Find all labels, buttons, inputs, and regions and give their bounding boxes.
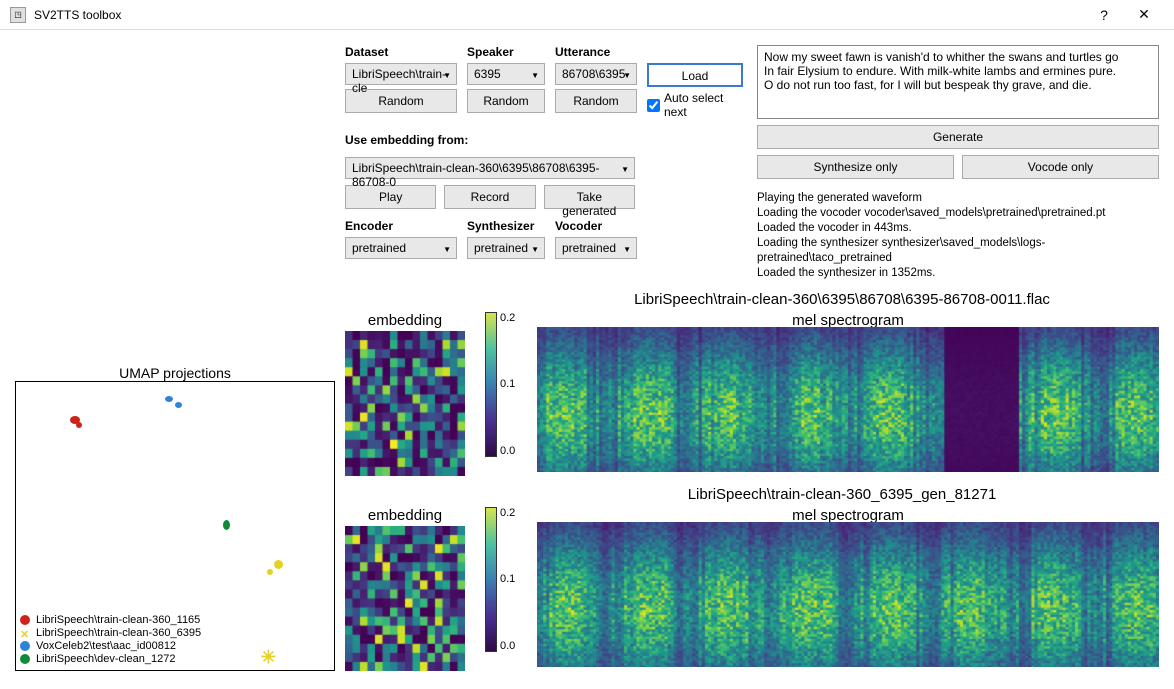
colorbar-tick: 0.1	[500, 378, 515, 390]
colorbar-tick: 0.1	[500, 573, 515, 585]
log-line: Loading the synthesizer synthesizer\save…	[757, 236, 1159, 266]
umap-legend: LibriSpeech\train-clean-360_1165 ✕LibriS…	[20, 613, 201, 666]
colorbar-tick: 0.0	[500, 445, 515, 457]
umap-point	[274, 560, 283, 569]
log-line: Loaded the vocoder in 443ms.	[757, 221, 1159, 236]
utterance-label: Utterance	[555, 45, 637, 59]
record-button[interactable]: Record	[444, 185, 535, 209]
app-icon: ◳	[10, 7, 26, 23]
speaker-select[interactable]: 6395	[467, 63, 545, 85]
legend-label: LibriSpeech\train-clean-360_1165	[36, 614, 200, 626]
auto-select-checkbox[interactable]	[647, 99, 660, 112]
generate-button[interactable]: Generate	[757, 125, 1159, 149]
umap-point	[223, 520, 230, 530]
log-line: Playing the generated waveform	[757, 191, 1159, 206]
colorbar-tick: 0.2	[500, 312, 515, 324]
auto-select-label: Auto select next	[664, 91, 743, 119]
dataset-label: Dataset	[345, 45, 457, 59]
legend-label: LibriSpeech\dev-clean_1272	[36, 653, 175, 665]
mel1-spectrogram	[537, 327, 1159, 472]
umap-plot: ✳ LibriSpeech\train-clean-360_1165 ✕Libr…	[15, 381, 335, 671]
log-line: Loading the vocoder vocoder\saved_models…	[757, 206, 1159, 221]
colorbar-tick: 0.0	[500, 640, 515, 652]
synthesizer-select[interactable]: pretrained	[467, 237, 545, 259]
log-output: Playing the generated waveform Loading t…	[757, 191, 1159, 281]
take-generated-button[interactable]: Take generated	[544, 185, 635, 209]
load-button[interactable]: Load	[647, 63, 743, 87]
mel2-spectrogram	[537, 522, 1159, 667]
speaker-label: Speaker	[467, 45, 545, 59]
umap-point	[267, 569, 273, 575]
embedding2-title: embedding	[368, 507, 442, 524]
embedding2-heatmap	[345, 526, 465, 671]
umap-title: UMAP projections	[15, 365, 335, 381]
colorbar2: 0.2 0.1 0.0	[485, 507, 517, 652]
use-embedding-label: Use embedding from:	[345, 133, 743, 147]
vocode-only-button[interactable]: Vocode only	[962, 155, 1159, 179]
utterance-select[interactable]: 86708\6395	[555, 63, 637, 85]
embedding1-heatmap	[345, 331, 465, 476]
dataset-select[interactable]: LibriSpeech\train-cle	[345, 63, 457, 85]
vocoder-select[interactable]: pretrained	[555, 237, 637, 259]
window-title: SV2TTS toolbox	[34, 8, 1084, 22]
log-line: Loaded the synthesizer in 1352ms.	[757, 266, 1159, 281]
legend-label: VoxCeleb2\test\aac_id00812	[36, 640, 176, 652]
text-input[interactable]	[757, 45, 1159, 119]
synthesizer-label: Synthesizer	[467, 219, 545, 233]
vocoder-label: Vocoder	[555, 219, 637, 233]
encoder-select[interactable]: pretrained	[345, 237, 457, 259]
help-button[interactable]: ?	[1084, 7, 1124, 23]
random-speaker-button[interactable]: Random	[467, 89, 545, 113]
legend-label: LibriSpeech\train-clean-360_6395	[36, 627, 201, 639]
colorbar-tick: 0.2	[500, 507, 515, 519]
encoder-label: Encoder	[345, 219, 457, 233]
spacer-label	[647, 45, 743, 59]
synthesize-only-button[interactable]: Synthesize only	[757, 155, 954, 179]
random-utterance-button[interactable]: Random	[555, 89, 637, 113]
colorbar1: 0.2 0.1 0.0	[485, 312, 517, 457]
umap-point	[165, 396, 173, 402]
embedding-select[interactable]: LibriSpeech\train-clean-360\6395\86708\6…	[345, 157, 635, 179]
umap-point	[175, 402, 182, 408]
spec2-title: LibriSpeech\train-clean-360_6395_gen_812…	[525, 486, 1159, 503]
umap-point	[76, 422, 82, 428]
spec1-title: LibriSpeech\train-clean-360\6395\86708\6…	[525, 291, 1159, 308]
close-button[interactable]: ✕	[1124, 6, 1164, 23]
umap-point: ✳	[261, 647, 276, 668]
embedding1-title: embedding	[368, 312, 442, 329]
